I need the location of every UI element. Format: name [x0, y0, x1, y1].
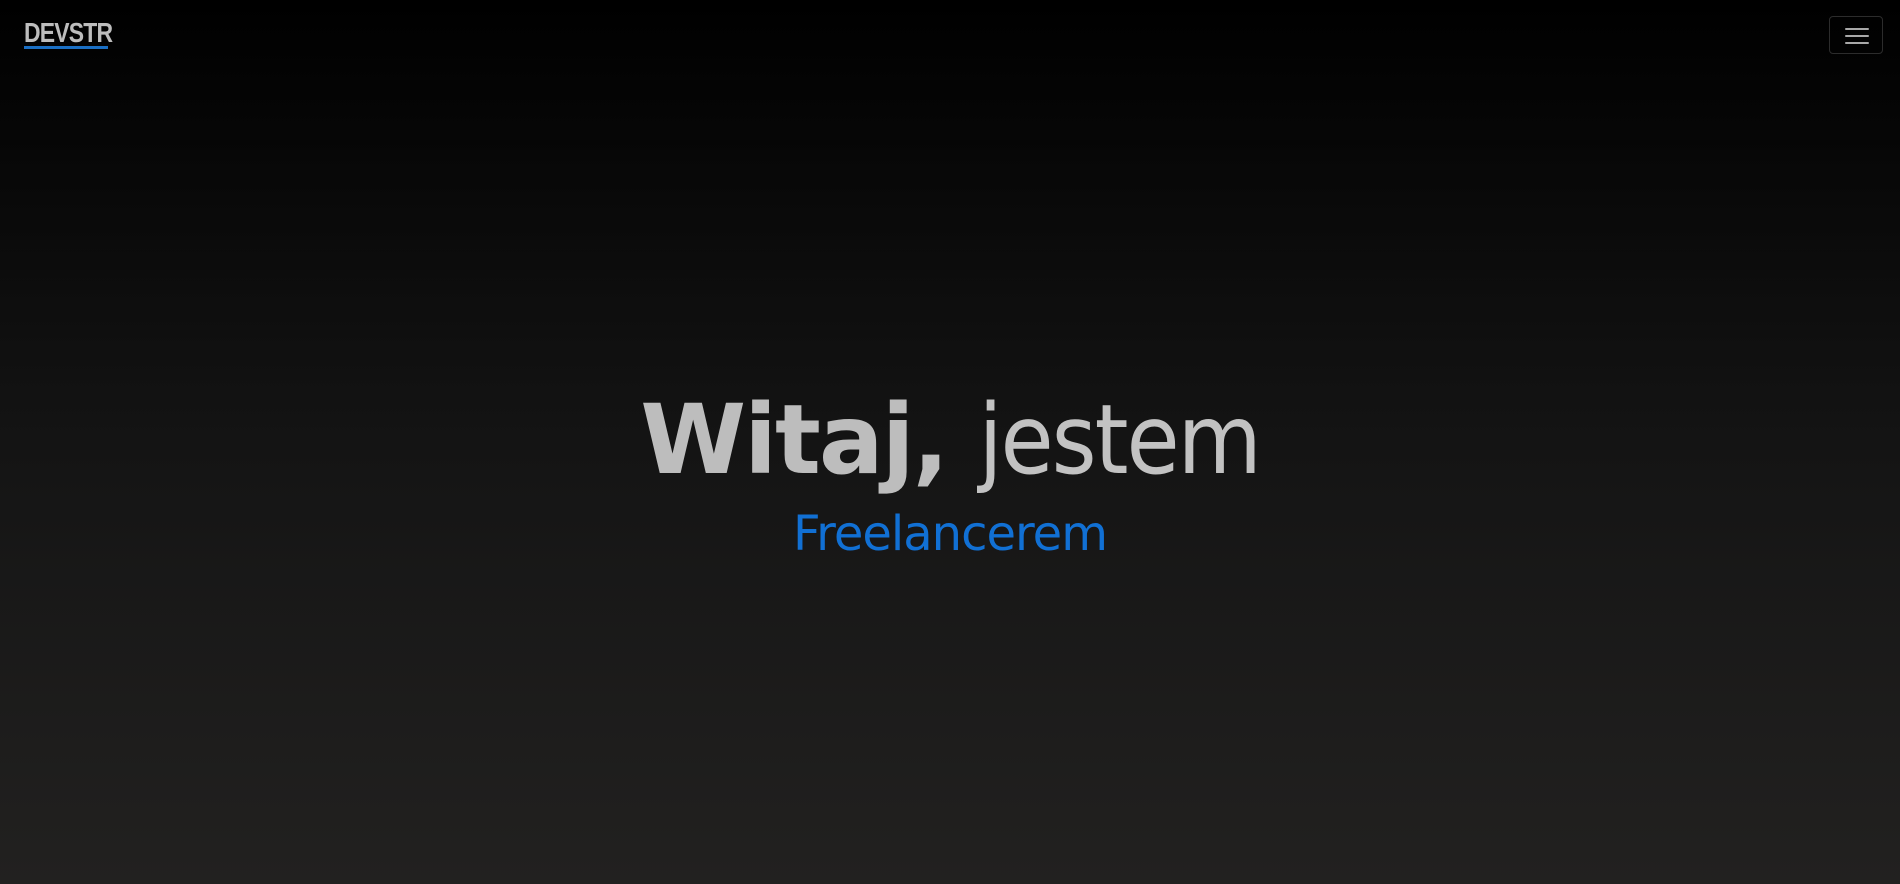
logo-underline	[24, 46, 108, 49]
menu-toggle-button[interactable]	[1829, 16, 1883, 54]
logo-link[interactable]: DEVSTR	[24, 18, 113, 48]
hero-greeting-bold: Witaj,	[640, 384, 949, 496]
hero-greeting-light: jestem	[978, 384, 1261, 496]
navbar: DEVSTR	[0, 0, 1900, 72]
hero-section: Witaj, jestem Freelancerem	[0, 380, 1900, 564]
hero-headline: Witaj, jestem	[0, 380, 1900, 500]
hero-role-text: Freelancerem	[793, 506, 1108, 562]
